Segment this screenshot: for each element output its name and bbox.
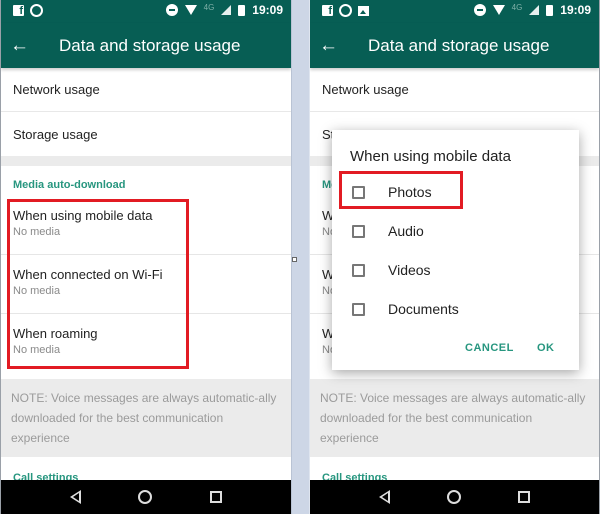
settings-list: Network usage Storage usage Media auto-d… <box>1 68 291 484</box>
status-time: 19:09 <box>252 3 283 17</box>
phone-screen-right: f 4G 19:09 ← Data and storage usage Netw… <box>310 0 599 514</box>
network-usage-item[interactable]: Network usage <box>310 68 599 112</box>
media-download-dialog: When using mobile data Photos Audio Vide… <box>332 130 579 370</box>
option-label: Photos <box>388 184 432 200</box>
app-bar: ← Data and storage usage <box>1 23 291 68</box>
section-divider <box>1 156 291 166</box>
image-icon <box>358 5 369 16</box>
item-title: When using mobile data <box>13 208 153 223</box>
item-subtitle: No media <box>13 344 61 356</box>
voice-message-note: NOTE: Voice messages are always automati… <box>310 379 599 457</box>
option-videos[interactable]: Videos <box>352 258 431 282</box>
roaming-item[interactable]: When roaming No media <box>1 314 291 373</box>
phone-screen-left: f 4G 19:09 ← Data and storage usage Netw… <box>1 0 291 514</box>
dialog-title: When using mobile data <box>350 148 511 165</box>
media-auto-download-header: Media auto-download <box>13 179 126 191</box>
nav-home-icon[interactable] <box>138 490 153 504</box>
navigation-bar <box>310 480 599 514</box>
network-usage-item[interactable]: Network usage <box>1 68 291 112</box>
whatsapp-icon <box>30 4 43 17</box>
checkbox-icon[interactable] <box>352 185 365 199</box>
whatsapp-icon <box>339 4 352 17</box>
network-type-label: 4G <box>203 2 215 12</box>
option-photos[interactable]: Photos <box>352 180 432 204</box>
storage-usage-item[interactable]: Storage usage <box>1 112 291 156</box>
checkbox-icon[interactable] <box>352 263 365 277</box>
checkbox-icon[interactable] <box>352 224 365 238</box>
nav-back-icon[interactable] <box>69 490 81 504</box>
battery-icon <box>238 4 246 16</box>
battery-icon <box>546 4 554 16</box>
status-bar: f 4G 19:09 <box>310 0 599 23</box>
page-title: Data and storage usage <box>59 35 241 55</box>
item-subtitle: No media <box>13 226 61 238</box>
item-title: When connected on Wi-Fi <box>13 267 163 282</box>
page-title: Data and storage usage <box>368 35 550 55</box>
ok-button[interactable]: OK <box>537 342 555 354</box>
network-type-label: 4G <box>511 2 523 12</box>
option-documents[interactable]: Documents <box>352 297 459 321</box>
wifi-icon <box>184 5 197 15</box>
option-label: Audio <box>388 223 424 239</box>
voice-message-note: NOTE: Voice messages are always automati… <box>1 379 291 457</box>
nav-recents-icon[interactable] <box>518 491 531 503</box>
divider-handle <box>292 257 297 262</box>
back-arrow-icon[interactable]: ← <box>319 36 359 55</box>
option-label: Documents <box>388 301 459 317</box>
item-title: When roaming <box>13 326 98 341</box>
wifi-item[interactable]: When connected on Wi-Fi No media <box>1 255 291 314</box>
cancel-button[interactable]: CANCEL <box>465 342 514 354</box>
do-not-disturb-icon <box>473 4 486 16</box>
checkbox-icon[interactable] <box>352 302 365 316</box>
option-audio[interactable]: Audio <box>352 219 424 243</box>
option-label: Videos <box>388 262 431 278</box>
nav-back-icon[interactable] <box>378 490 390 504</box>
facebook-icon: f <box>13 5 24 17</box>
app-bar: ← Data and storage usage <box>310 23 599 68</box>
wifi-icon <box>492 5 505 15</box>
back-arrow-icon[interactable]: ← <box>10 36 50 55</box>
signal-icon <box>529 5 540 15</box>
nav-recents-icon[interactable] <box>210 491 223 503</box>
status-bar: f 4G 19:09 <box>1 0 291 23</box>
facebook-icon: f <box>322 5 333 17</box>
signal-icon <box>221 5 232 15</box>
navigation-bar <box>1 480 291 514</box>
mobile-data-item[interactable]: When using mobile data No media <box>1 196 291 255</box>
status-time: 19:09 <box>560 3 591 17</box>
item-subtitle: No media <box>13 285 61 297</box>
nav-home-icon[interactable] <box>446 490 461 504</box>
do-not-disturb-icon <box>165 4 178 16</box>
